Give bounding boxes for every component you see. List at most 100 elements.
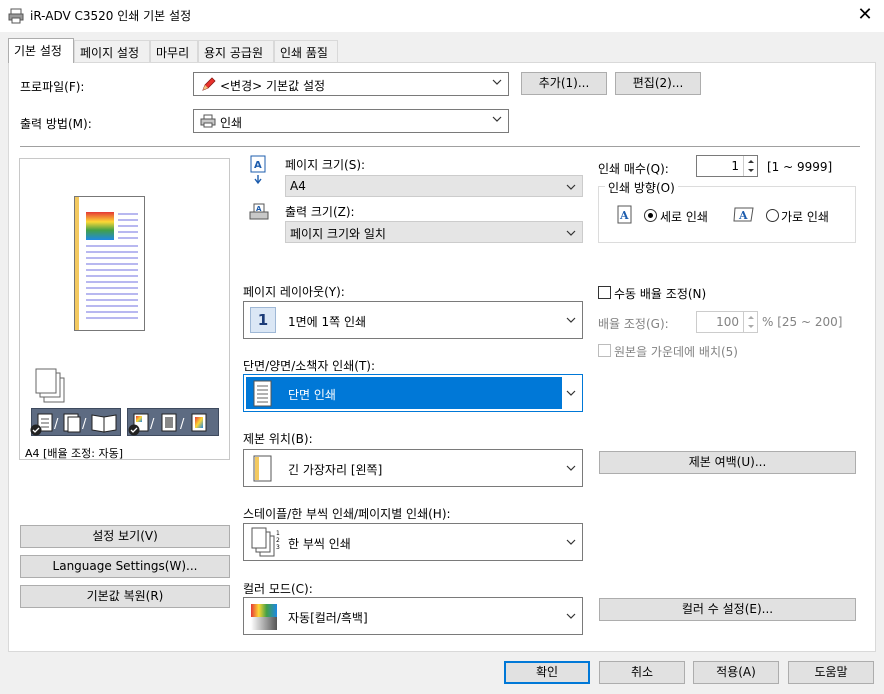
- apply-button[interactable]: 적용(A): [693, 661, 779, 684]
- landscape-label: 가로 인쇄: [781, 210, 829, 224]
- output-method-label: 출력 방법(M):: [20, 117, 92, 131]
- duplex-icon-group[interactable]: / /: [31, 408, 121, 436]
- scale-value: 100: [716, 315, 739, 329]
- single-double-booklet-icon: / /: [37, 413, 117, 433]
- tab-finishing[interactable]: 마무리: [150, 40, 198, 62]
- divider: [20, 146, 860, 147]
- tab-basic[interactable]: 기본 설정: [8, 38, 74, 63]
- binding-label: 제본 위치(B):: [243, 432, 313, 446]
- pencil-icon: [202, 77, 216, 91]
- svg-text:2: 2: [276, 537, 280, 544]
- svg-text:/: /: [180, 417, 185, 432]
- profile-value: <변경> 기본값 설정: [220, 79, 326, 93]
- chevron-down-icon: [566, 390, 576, 396]
- orientation-group-label: 인쇄 방향(O): [605, 179, 678, 196]
- output-size-value: 페이지 크기와 일치: [290, 227, 386, 241]
- spin-arrows-icon: [748, 160, 754, 172]
- page-size-value: A4: [290, 179, 306, 193]
- output-method-value: 인쇄: [220, 116, 243, 130]
- landscape-radio[interactable]: [766, 209, 779, 222]
- page-size-label: 페이지 크기(S):: [285, 158, 366, 172]
- chevron-down-icon: [566, 230, 576, 236]
- output-size-label: 출력 크기(Z):: [285, 205, 355, 219]
- svg-text:A: A: [619, 209, 629, 222]
- tab-strip: 기본 설정 페이지 설정 마무리 용지 공급원 인쇄 품질: [8, 38, 348, 63]
- staple-value: 한 부씩 인쇄: [288, 537, 351, 551]
- profile-label: 프로파일(F):: [20, 80, 85, 94]
- scale-stepper[interactable]: 100: [696, 311, 758, 333]
- layout-number-icon: 1: [250, 307, 276, 333]
- color-count-button[interactable]: 컬러 수 설정(E)...: [599, 598, 856, 621]
- scale-label: 배율 조정(G):: [598, 317, 669, 331]
- page-layout-label: 페이지 레이아웃(Y):: [243, 285, 345, 299]
- binding-value: 긴 가장자리 [왼쪽]: [288, 463, 383, 477]
- scale-spin-arrows[interactable]: [743, 312, 757, 332]
- tab-paper-source[interactable]: 용지 공급원: [198, 40, 274, 62]
- profile-select[interactable]: <변경> 기본값 설정: [193, 72, 509, 96]
- manual-scaling-checkbox[interactable]: [598, 286, 611, 299]
- color-mode-value: 자동[컬러/흑백]: [288, 611, 368, 625]
- copies-range: [1 ~ 9999]: [767, 160, 833, 174]
- color-mode-label: 컬러 모드(C):: [243, 582, 313, 596]
- copies-value: 1: [731, 159, 739, 173]
- color-mode-icon-group[interactable]: / /: [127, 408, 219, 436]
- portrait-radio[interactable]: [644, 209, 657, 222]
- svg-text:/: /: [150, 417, 155, 432]
- color-bw-icon: / /: [133, 413, 207, 432]
- view-settings-button[interactable]: 설정 보기(V): [20, 525, 230, 548]
- ok-button[interactable]: 확인: [504, 661, 590, 684]
- svg-text:A: A: [254, 160, 262, 171]
- page-size-icon: A: [250, 155, 266, 185]
- tab-print-quality[interactable]: 인쇄 품질: [274, 40, 338, 62]
- page-size-select[interactable]: A4: [285, 175, 583, 197]
- center-original-checkbox[interactable]: [598, 344, 611, 357]
- check-badge-icon: [128, 424, 140, 436]
- svg-text:/: /: [82, 417, 87, 432]
- add-profile-button[interactable]: 추가(1)...: [521, 72, 607, 95]
- copies-spin-arrows[interactable]: [743, 156, 757, 176]
- svg-text:A: A: [738, 209, 748, 222]
- staple-select[interactable]: 123 한 부씩 인쇄: [243, 523, 583, 561]
- binding-select[interactable]: 긴 가장자리 [왼쪽]: [243, 449, 583, 487]
- edit-profile-button[interactable]: 편집(2)...: [615, 72, 701, 95]
- preview-status: A4 [배율 조정: 자동]: [25, 445, 123, 461]
- chevron-down-icon: [566, 184, 576, 190]
- collate-icon: 123: [251, 527, 280, 557]
- binding-margin-button[interactable]: 제본 여백(U)...: [599, 451, 856, 474]
- page-preview-icon: [74, 196, 145, 331]
- duplex-value: 단면 인쇄: [288, 388, 336, 402]
- preview-scaling-status: [배율 조정: 자동]: [43, 447, 124, 460]
- staple-label: 스테이플/한 부씩 인쇄/페이지별 인쇄(H):: [243, 507, 451, 521]
- chevron-down-icon: [566, 317, 576, 323]
- chevron-down-icon: [566, 465, 576, 471]
- help-button[interactable]: 도움말: [788, 661, 874, 684]
- check-badge-icon: [30, 424, 42, 436]
- chevron-down-icon: [566, 539, 576, 545]
- page-layout-select[interactable]: 1 1면에 1쪽 인쇄: [243, 301, 583, 339]
- svg-text:/: /: [54, 417, 59, 432]
- copies-stepper[interactable]: 1: [696, 155, 758, 177]
- printer-icon: [8, 8, 24, 24]
- output-method-select[interactable]: 인쇄: [193, 109, 509, 133]
- chevron-down-icon: [566, 613, 576, 619]
- binding-long-edge-icon: [253, 455, 272, 482]
- restore-defaults-button[interactable]: 기본값 복원(R): [20, 585, 230, 608]
- portrait-label: 세로 인쇄: [660, 210, 708, 224]
- duplex-label: 단면/양면/소책자 인쇄(T):: [243, 359, 375, 373]
- close-button[interactable]: ✕: [852, 4, 878, 26]
- center-original-label: 원본을 가운데에 배치(5): [614, 345, 738, 359]
- page-layout-value: 1면에 1쪽 인쇄: [288, 315, 367, 329]
- duplex-select[interactable]: 단면 인쇄: [243, 374, 583, 412]
- cancel-button[interactable]: 취소: [599, 661, 685, 684]
- landscape-icon: A: [733, 207, 754, 222]
- preview-paper-size: A4: [25, 447, 40, 460]
- language-settings-button[interactable]: Language Settings(W)...: [20, 555, 230, 578]
- tab-page-setup[interactable]: 페이지 설정: [74, 40, 150, 62]
- printer-icon: [200, 114, 216, 128]
- chevron-down-icon: [492, 79, 502, 85]
- svg-text:3: 3: [276, 544, 280, 551]
- color-mode-select[interactable]: 자동[컬러/흑백]: [243, 597, 583, 635]
- output-size-select[interactable]: 페이지 크기와 일치: [285, 221, 583, 243]
- manual-scaling-label: 수동 배율 조정(N): [614, 287, 707, 301]
- single-sided-icon: [253, 380, 272, 407]
